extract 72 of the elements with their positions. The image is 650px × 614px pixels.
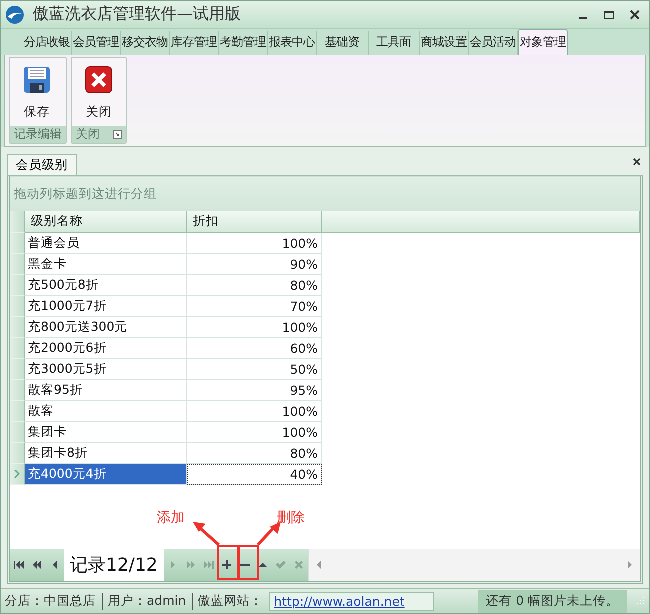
- table-cell: 普通会员: [25, 233, 187, 254]
- column-header[interactable]: 折扣: [187, 211, 322, 233]
- window-title: 傲蓝洗衣店管理软件—试用版: [33, 4, 242, 25]
- table-cell: 70%: [187, 296, 322, 317]
- row-indicator[interactable]: [10, 317, 25, 338]
- site-label: 傲蓝网站：: [192, 592, 264, 610]
- row-indicator[interactable]: [10, 233, 25, 254]
- table-cell: 散客95折: [25, 380, 187, 401]
- row-indicator-header: [10, 211, 25, 233]
- user-label: 用户：admin: [102, 592, 186, 610]
- navigator-button[interactable]: [10, 549, 28, 581]
- table-cell: 充2000元6折: [25, 338, 187, 359]
- arrow: [193, 522, 220, 546]
- group-hint: 拖动列标题到这进行分组: [14, 186, 157, 202]
- table-cell: 充1000元7折: [25, 296, 187, 317]
- save-button[interactable]: 保存: [14, 58, 60, 126]
- row-indicator[interactable]: [10, 254, 25, 275]
- left-icon[interactable]: [314, 560, 323, 570]
- close-button[interactable]: 关闭: [76, 58, 122, 126]
- branch-label: 分店：中国总店: [5, 592, 96, 610]
- table-cell: 100%: [187, 422, 322, 443]
- arrow: [256, 522, 281, 546]
- column-header[interactable]: 级别名称: [25, 211, 187, 233]
- row-indicator[interactable]: [10, 443, 25, 464]
- row-indicator[interactable]: [10, 275, 25, 296]
- close-icon: [85, 66, 113, 94]
- close-icon[interactable]: [629, 8, 641, 20]
- row-indicator[interactable]: [10, 359, 25, 380]
- table-cell: 95%: [187, 380, 322, 401]
- check-icon: [274, 558, 288, 572]
- table-cell: 100%: [187, 401, 322, 422]
- table-cell: 黑金卡: [25, 254, 187, 275]
- table-cell: 100%: [187, 317, 322, 338]
- first-icon: [12, 558, 26, 572]
- row-indicator[interactable]: [10, 380, 25, 401]
- annotation-label: 删除: [277, 509, 305, 527]
- table-cell: 90%: [187, 254, 322, 275]
- right-icon[interactable]: [626, 560, 634, 570]
- logo-icon: [5, 4, 25, 24]
- table-cell: 80%: [187, 275, 322, 296]
- highlight-frame: [238, 545, 259, 580]
- table-cell: 80%: [187, 443, 322, 464]
- navigator-button[interactable]: [46, 549, 64, 581]
- table-cell: 50%: [187, 359, 322, 380]
- table-cell: 集团卡: [25, 422, 187, 443]
- current-row-icon: [14, 470, 20, 478]
- table-cell: 充800元送300元: [25, 317, 187, 338]
- menu-tab[interactable]: 对象管理: [518, 29, 568, 55]
- highlight-frame: [217, 545, 239, 580]
- row-indicator[interactable]: [10, 464, 25, 485]
- dialog-launcher-icon[interactable]: [113, 130, 122, 139]
- plus-icon: [220, 558, 234, 572]
- table-cell: 充4000元4折: [25, 464, 187, 485]
- last-icon: [202, 558, 216, 572]
- table-cell: 充3000元5折: [25, 359, 187, 380]
- upload-status: 还有 0 幅图片未上传。: [478, 590, 627, 612]
- row-indicator[interactable]: [10, 338, 25, 359]
- row-indicator[interactable]: [10, 296, 25, 317]
- document-tab[interactable]: 会员级别: [7, 154, 77, 175]
- table-cell: 100%: [187, 233, 322, 254]
- horizontal-scrollbar[interactable]: [308, 549, 640, 581]
- table-cell: 60%: [187, 338, 322, 359]
- website-link[interactable]: http://www.aolan.net: [269, 592, 434, 610]
- group-label: 关闭: [76, 126, 100, 143]
- table-cell: 充500元8折: [25, 275, 187, 296]
- row-indicator[interactable]: [10, 401, 25, 422]
- row-indicator[interactable]: [10, 422, 25, 443]
- close-icon[interactable]: [633, 158, 641, 166]
- group-label: 记录编辑: [14, 126, 62, 143]
- annotation-label: 添加: [157, 509, 185, 527]
- table-cell: 散客: [25, 401, 187, 422]
- table-cell: 40%: [187, 464, 322, 485]
